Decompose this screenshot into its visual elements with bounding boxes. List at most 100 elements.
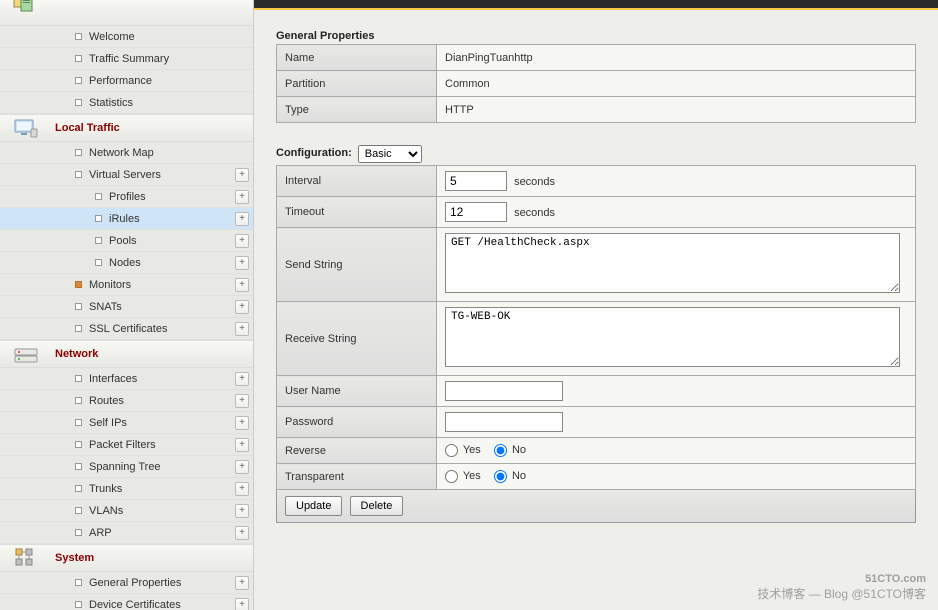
sidebar-item-virtual-servers[interactable]: Virtual Servers+ [0, 164, 253, 186]
sidebar-item-packet-filters[interactable]: Packet Filters+ [0, 434, 253, 456]
sidebar-item-welcome[interactable]: Welcome [0, 26, 253, 48]
overview-icon [13, 0, 39, 14]
sidebar-item-label: Spanning Tree [89, 461, 161, 473]
bullet-icon [75, 485, 82, 492]
system-header-label: System [55, 552, 94, 564]
sidebar-item-label: Network Map [89, 147, 154, 159]
sidebar-item-self-ips[interactable]: Self IPs+ [0, 412, 253, 434]
bullet-icon [75, 149, 82, 156]
add-icon[interactable]: + [235, 212, 249, 226]
gp-label-partition: Partition [277, 71, 437, 97]
sidebar-item-label: VLANs [89, 505, 123, 517]
add-icon[interactable]: + [235, 416, 249, 430]
add-icon[interactable]: + [235, 576, 249, 590]
sidebar-item-spanning-tree[interactable]: Spanning Tree + [0, 456, 253, 478]
sidebar-item-monitors[interactable]: Monitors+ [0, 274, 253, 296]
add-icon[interactable]: + [235, 322, 249, 336]
add-icon[interactable]: + [235, 168, 249, 182]
interval-input[interactable] [445, 171, 507, 191]
sidebar-item-statistics[interactable]: Statistics [0, 92, 253, 114]
add-icon[interactable]: + [235, 234, 249, 248]
sidebar-item-routes[interactable]: Routes + [0, 390, 253, 412]
sidebar-item-label: SNATs [89, 301, 122, 313]
bullet-icon [75, 303, 82, 310]
add-icon[interactable]: + [235, 482, 249, 496]
nav-section-overview [0, 0, 253, 26]
password-input[interactable] [445, 412, 563, 432]
configuration-select[interactable]: Basic [358, 145, 422, 163]
sidebar-item-label: Welcome [89, 31, 135, 43]
add-icon[interactable]: + [235, 278, 249, 292]
sidebar-item-label: Profiles [109, 191, 146, 203]
gp-value-type: HTTP [437, 97, 916, 123]
add-icon[interactable]: + [235, 190, 249, 204]
tabbar [254, 0, 938, 10]
interval-seconds-label: seconds [514, 176, 555, 188]
password-label: Password [277, 407, 437, 438]
transparent-no-radio[interactable] [494, 470, 507, 483]
add-icon[interactable]: + [235, 526, 249, 540]
user-name-label: User Name [277, 376, 437, 407]
configuration-label: Configuration: [276, 147, 352, 159]
receive-string-label: Receive String [277, 302, 437, 376]
sidebar-item-label: General Properties [89, 577, 181, 589]
reverse-yes-radio[interactable] [445, 444, 458, 457]
transparent-yes-radio[interactable] [445, 470, 458, 483]
delete-button[interactable]: Delete [350, 496, 404, 516]
timeout-input[interactable] [445, 202, 507, 222]
bullet-icon [75, 579, 82, 586]
bullet-icon [75, 99, 82, 106]
sidebar-item-network-map[interactable]: Network Map [0, 142, 253, 164]
sidebar-item-arp[interactable]: ARP + [0, 522, 253, 544]
sidebar-item-ssl-certificates[interactable]: SSL Certificates+ [0, 318, 253, 340]
sidebar-item-label: Routes [89, 395, 124, 407]
sidebar: Welcome Traffic SummaryPerformanceStatist… [0, 0, 254, 610]
add-icon[interactable]: + [235, 256, 249, 270]
bullet-icon [75, 529, 82, 536]
sidebar-item-snats[interactable]: SNATs + [0, 296, 253, 318]
receive-string-textarea[interactable] [445, 307, 900, 367]
bullet-icon [75, 171, 82, 178]
main-content: General Properties NameDianPingTuanhttpP… [254, 0, 938, 610]
sidebar-item-label: ARP [89, 527, 112, 539]
bullet-icon [75, 325, 82, 332]
sidebar-item-pools[interactable]: Pools+ [0, 230, 253, 252]
bullet-icon [95, 193, 102, 200]
reverse-label: Reverse [277, 438, 437, 464]
sidebar-item-irules[interactable]: iRules + [0, 208, 253, 230]
timeout-label: Timeout [277, 197, 437, 228]
sidebar-item-device-certificates[interactable]: Device Certificates + [0, 594, 253, 610]
sidebar-item-label: iRules [109, 213, 140, 225]
sidebar-item-nodes[interactable]: Nodes+ [0, 252, 253, 274]
sidebar-item-trunks[interactable]: Trunks+ [0, 478, 253, 500]
system-icon [13, 547, 39, 569]
sidebar-item-performance[interactable]: Performance [0, 70, 253, 92]
nav-section-local-traffic: Local Traffic [0, 114, 253, 142]
send-string-label: Send String [277, 228, 437, 302]
gp-value-partition: Common [437, 71, 916, 97]
bullet-icon [75, 441, 82, 448]
sidebar-item-traffic-summary[interactable]: Traffic Summary [0, 48, 253, 70]
bullet-icon [75, 281, 82, 288]
add-icon[interactable]: + [235, 460, 249, 474]
add-icon[interactable]: + [235, 438, 249, 452]
add-icon[interactable]: + [235, 394, 249, 408]
bullet-icon [75, 33, 82, 40]
sidebar-item-vlans[interactable]: VLANs + [0, 500, 253, 522]
bullet-icon [75, 419, 82, 426]
bullet-icon [95, 237, 102, 244]
user-name-input[interactable] [445, 381, 563, 401]
add-icon[interactable]: + [235, 598, 249, 610]
update-button[interactable]: Update [285, 496, 342, 516]
add-icon[interactable]: + [235, 300, 249, 314]
sidebar-item-label: Interfaces [89, 373, 137, 385]
sidebar-item-profiles[interactable]: Profiles + [0, 186, 253, 208]
nav-section-system: System [0, 544, 253, 572]
send-string-textarea[interactable] [445, 233, 900, 293]
sidebar-item-general-properties[interactable]: General Properties + [0, 572, 253, 594]
sidebar-item-interfaces[interactable]: Interfaces + [0, 368, 253, 390]
add-icon[interactable]: + [235, 372, 249, 386]
add-icon[interactable]: + [235, 504, 249, 518]
reverse-no-radio[interactable] [494, 444, 507, 457]
sidebar-item-label: Device Certificates [89, 599, 181, 610]
